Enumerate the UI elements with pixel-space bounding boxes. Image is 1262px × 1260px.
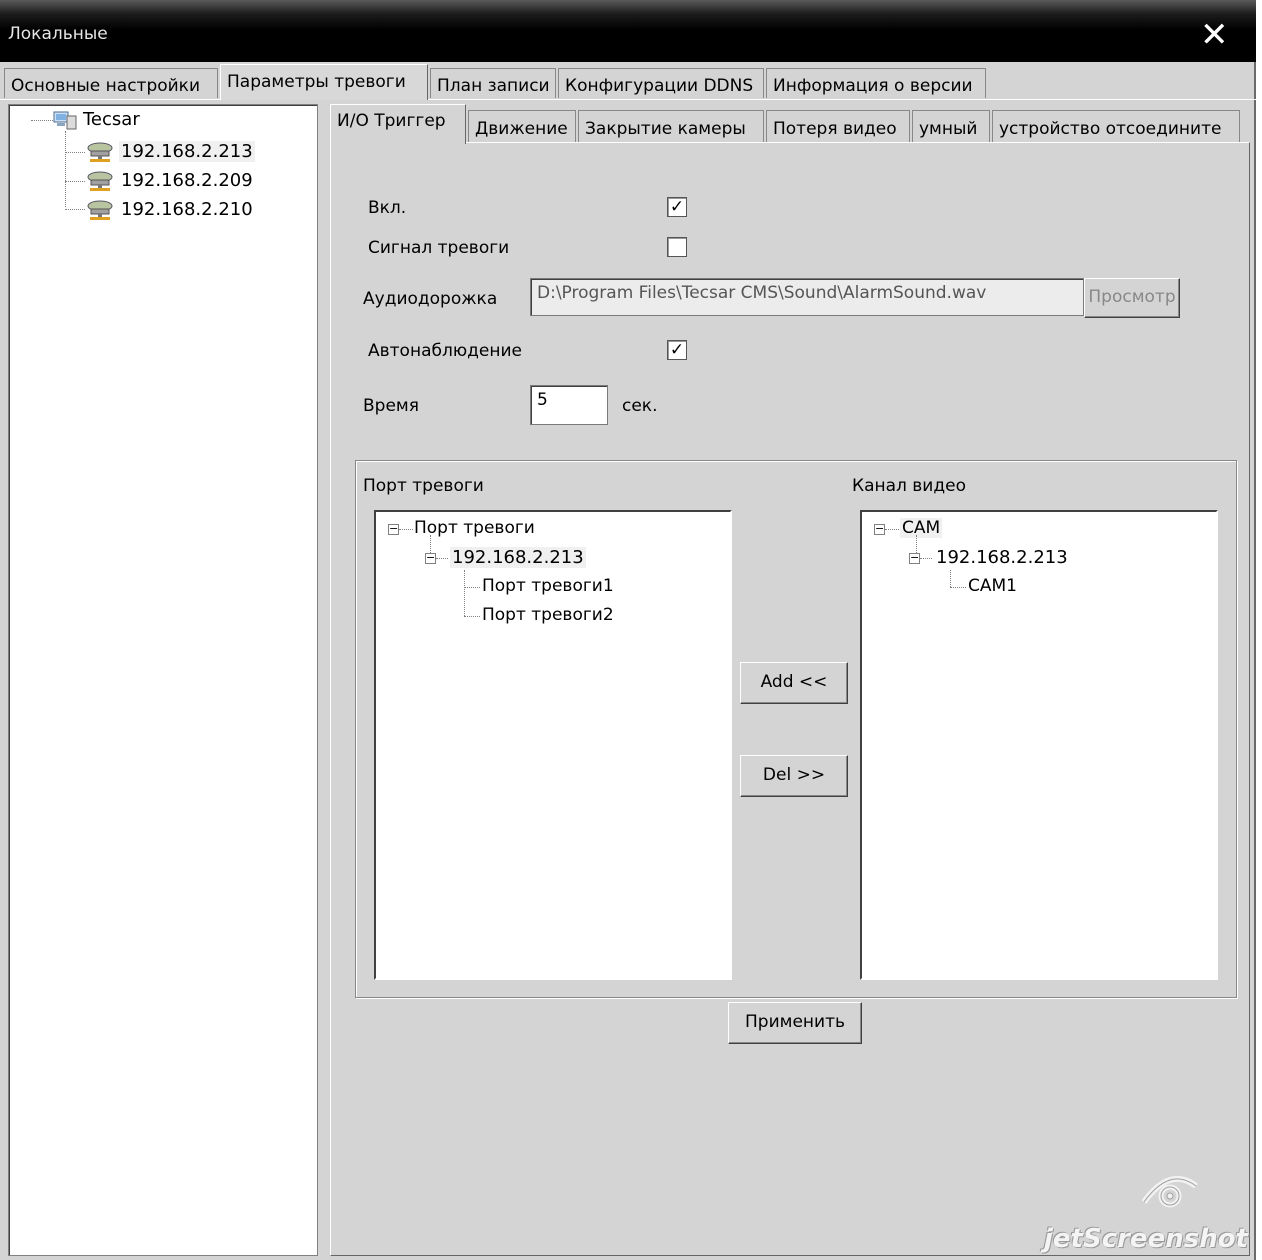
network-device-icon [85,139,115,163]
watermark-logo-icon [1138,1172,1202,1214]
close-icon[interactable]: ✕ [1200,18,1229,52]
tree-connector [920,558,932,559]
tab-record-plan[interactable]: План записи [430,68,556,98]
tree-connector [950,570,951,587]
video-channel-root[interactable]: CAM [900,518,943,538]
video-channel-header: Канал видео [852,476,966,496]
alarm-port-item[interactable]: Порт тревоги1 [482,576,614,596]
tab-basic-settings[interactable]: Основные настройки [4,68,218,98]
time-label: Время [363,396,419,416]
window-title: Локальные [8,24,108,44]
tree-connector [65,209,85,210]
subtab-motion[interactable]: Движение [468,110,576,143]
network-device-icon [85,197,115,221]
server-icon [53,110,77,130]
autoview-label: Автонаблюдение [368,341,522,361]
alarm-port-root[interactable]: Порт тревоги [414,518,535,538]
time-input[interactable]: 5 [530,385,608,425]
video-channel-tree[interactable]: − CAM − 192.168.2.213 CAM1 [860,510,1218,980]
alarm-port-item[interactable]: Порт тревоги2 [482,605,614,625]
subtab-video-loss[interactable]: Потеря видео [766,110,910,143]
tree-connector [464,587,480,588]
tree-connector [65,152,85,153]
tree-connector [65,181,85,182]
alarm-port-tree[interactable]: − Порт тревоги − 192.168.2.213 Порт трев… [374,510,732,980]
browse-button[interactable]: Просмотр [1084,278,1180,318]
tree-device-item-selected[interactable]: 192.168.2.213 [119,141,255,162]
collapse-icon[interactable]: − [909,552,920,564]
tree-device-item[interactable]: 192.168.2.210 [121,199,253,220]
video-channel-item[interactable]: CAM1 [968,576,1017,596]
alarm-port-header: Порт тревоги [363,476,484,496]
tree-connector [464,570,465,616]
tab-alarm-parameters[interactable]: Параметры тревоги [220,64,428,100]
subtab-smart[interactable]: умный [912,110,990,143]
audio-track-label: Аудиодорожка [363,289,498,309]
tree-connector [399,529,413,530]
subtab-camera-tamper[interactable]: Закрытие камеры [578,110,764,143]
subtab-device-disconnect[interactable]: устройство отсоедините [992,110,1240,143]
tree-connector [436,558,448,559]
tree-connector [65,131,66,207]
alarm-port-device[interactable]: 192.168.2.213 [450,547,586,568]
autoview-checkbox[interactable]: ✓ [667,340,687,360]
apply-button[interactable]: Применить [728,1002,862,1044]
tree-connector [464,616,480,617]
enable-checkbox[interactable]: ✓ [667,197,687,217]
collapse-icon[interactable]: − [388,523,399,535]
collapse-icon[interactable]: − [874,523,885,535]
network-device-icon [85,168,115,192]
time-unit-label: сек. [622,396,658,416]
alarm-signal-checkbox[interactable] [667,237,687,257]
subtab-io-trigger[interactable]: И/О Триггер [330,104,466,144]
tab-ddns-config[interactable]: Конфигурации DDNS [558,68,764,98]
collapse-icon[interactable]: − [425,552,436,564]
title-bar [0,0,1256,62]
alarm-signal-label: Сигнал тревоги [368,238,510,258]
tab-version-info[interactable]: Информация о версии [766,68,986,98]
watermark-text: jetScreenshot [1044,1224,1248,1254]
video-channel-device[interactable]: 192.168.2.213 [936,547,1068,568]
tree-device-item[interactable]: 192.168.2.209 [121,170,253,191]
tree-connector [950,587,966,588]
tree-root-label[interactable]: Tecsar [83,109,140,130]
add-button[interactable]: Add << [740,662,848,704]
tab-divider [0,99,1256,100]
tree-connector [31,120,53,121]
del-button[interactable]: Del >> [740,755,848,797]
device-tree-panel[interactable]: Tecsar 192.168.2.213 192.168.2.209 192.1… [8,104,318,1256]
enable-label: Вкл. [368,198,407,218]
audio-path-field[interactable]: D:\Program Files\Tecsar CMS\Sound\AlarmS… [530,278,1084,316]
tree-connector [885,529,899,530]
